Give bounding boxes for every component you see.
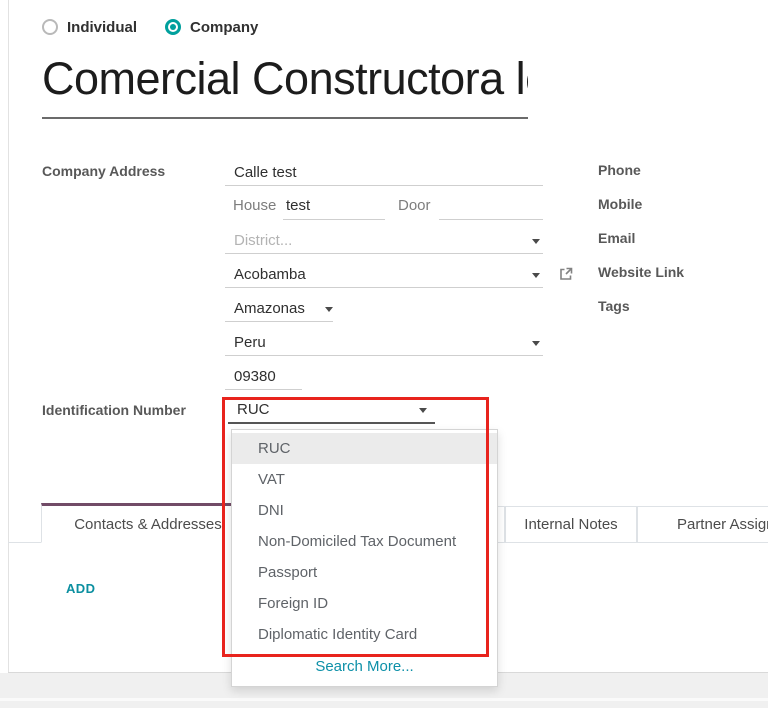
external-link-icon[interactable] <box>558 266 574 282</box>
identification-number-label: Identification Number <box>42 402 186 418</box>
partner-name-input[interactable]: Comercial Constructora lo <box>42 53 528 109</box>
tab-internal-notes[interactable]: Internal Notes <box>505 506 637 543</box>
city-select[interactable]: Acobamba <box>225 262 543 288</box>
chevron-down-icon <box>532 273 540 278</box>
title-underline <box>42 117 528 119</box>
add-button[interactable]: ADD <box>66 581 95 596</box>
dropdown-item-foreign-id[interactable]: Foreign ID <box>232 588 497 619</box>
tab-contacts-addresses[interactable]: Contacts & Addresses <box>41 503 255 543</box>
dropdown-item-dni[interactable]: DNI <box>232 495 497 526</box>
zip-input[interactable]: 09380 <box>225 364 302 390</box>
zip-value: 09380 <box>234 368 276 385</box>
sheet-left-border <box>8 0 9 672</box>
state-select[interactable]: Amazonas <box>225 296 333 322</box>
dropdown-item-vat[interactable]: VAT <box>232 464 497 495</box>
chevron-down-icon <box>325 307 333 312</box>
country-select[interactable]: Peru <box>225 330 543 356</box>
identification-type-dropdown: RUC VAT DNI Non-Domiciled Tax Document P… <box>231 429 498 687</box>
identification-type-value: RUC <box>237 401 270 418</box>
individual-radio[interactable] <box>42 19 58 35</box>
chevron-down-icon <box>532 341 540 346</box>
individual-radio-label[interactable]: Individual <box>67 19 137 36</box>
house-label: House <box>233 197 276 214</box>
tab-label: Internal Notes <box>524 516 617 533</box>
district-placeholder: District... <box>234 232 292 249</box>
tags-label: Tags <box>598 298 630 314</box>
district-select[interactable]: District... <box>225 228 543 254</box>
tab-partner-assignment[interactable]: Partner Assignm <box>637 506 768 543</box>
state-value: Amazonas <box>234 300 305 317</box>
website-link-label: Website Link <box>598 264 684 280</box>
city-value: Acobamba <box>234 266 306 283</box>
tab-label: Contacts & Addresses <box>74 516 222 533</box>
mobile-label: Mobile <box>598 196 642 212</box>
dropdown-item-non-domiciled[interactable]: Non-Domiciled Tax Document <box>232 526 497 557</box>
page-background-line <box>0 698 768 701</box>
house-door-row: House test Door <box>225 194 543 220</box>
street-input[interactable]: Calle test <box>225 160 543 186</box>
dropdown-item-passport[interactable]: Passport <box>232 557 497 588</box>
dropdown-item-ruc[interactable]: RUC <box>232 433 497 464</box>
search-more-link[interactable]: Search More... <box>232 650 497 683</box>
chevron-down-icon <box>419 408 427 413</box>
door-input[interactable] <box>439 194 543 220</box>
chevron-down-icon <box>532 239 540 244</box>
street-value: Calle test <box>234 164 297 181</box>
company-address-label: Company Address <box>42 163 165 179</box>
email-label: Email <box>598 230 635 246</box>
dropdown-item-diplomatic[interactable]: Diplomatic Identity Card <box>232 619 497 650</box>
company-radio[interactable] <box>165 19 181 35</box>
country-value: Peru <box>234 334 266 351</box>
door-label: Door <box>398 197 431 214</box>
company-type-selector: Individual Company <box>42 18 258 36</box>
house-input[interactable]: test <box>283 194 385 220</box>
tab-label: Partner Assignm <box>677 516 768 533</box>
identification-type-select[interactable]: RUC <box>228 397 435 424</box>
phone-label: Phone <box>598 162 641 178</box>
company-radio-label[interactable]: Company <box>190 19 258 36</box>
